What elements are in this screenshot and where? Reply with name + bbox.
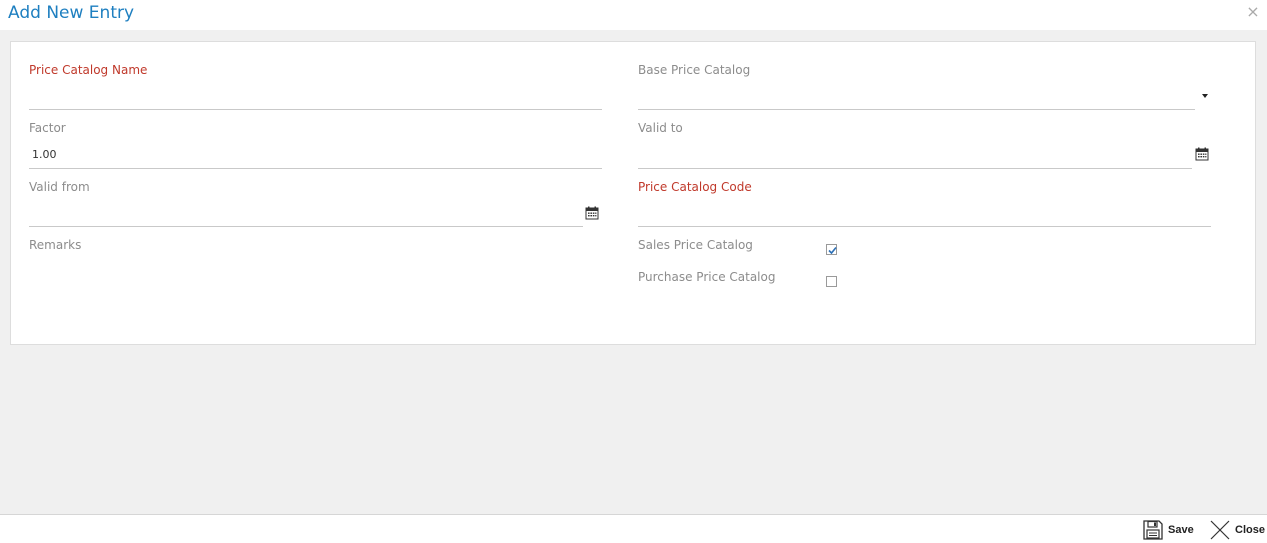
price-catalog-name-input[interactable] [29, 109, 602, 110]
factor-value: 1.00 [32, 148, 57, 161]
base-price-catalog-select[interactable] [638, 109, 1195, 110]
dialog-close-icon[interactable]: × [1245, 4, 1261, 20]
valid-to-label: Valid to [638, 121, 683, 135]
factor-label: Factor [29, 121, 66, 135]
price-catalog-code-input[interactable] [638, 226, 1211, 227]
purchase-price-catalog-label: Purchase Price Catalog [638, 270, 776, 284]
save-button[interactable]: Save [1142, 519, 1194, 541]
dialog-footer: Save Close [0, 514, 1267, 543]
x-icon [1210, 520, 1230, 540]
purchase-price-catalog-checkbox[interactable] [826, 276, 837, 287]
factor-input[interactable] [29, 168, 602, 169]
form-panel: Price Catalog Name Base Price Catalog Fa… [10, 41, 1256, 345]
valid-from-input[interactable] [29, 226, 583, 227]
remarks-textarea[interactable] [29, 254, 602, 324]
price-catalog-code-label: Price Catalog Code [638, 180, 752, 194]
floppy-disk-icon [1143, 520, 1163, 540]
caret-down-icon[interactable] [1201, 93, 1209, 99]
base-price-catalog-label: Base Price Catalog [638, 63, 751, 77]
dialog-title: Add New Entry [8, 3, 135, 23]
price-catalog-name-label: Price Catalog Name [29, 63, 148, 77]
save-button-label: Save [1168, 524, 1194, 536]
dialog-titlebar: Add New Entry × [0, 0, 1267, 30]
close-button[interactable]: Close [1209, 519, 1265, 541]
valid-to-input[interactable] [638, 168, 1192, 169]
calendar-icon[interactable] [1195, 147, 1209, 161]
close-button-label: Close [1235, 524, 1265, 536]
remarks-label: Remarks [29, 238, 82, 252]
checkmark-icon [828, 246, 837, 255]
sales-price-catalog-label: Sales Price Catalog [638, 238, 753, 252]
sales-price-catalog-checkbox[interactable] [826, 244, 837, 255]
calendar-icon[interactable] [585, 206, 599, 220]
valid-from-label: Valid from [29, 180, 90, 194]
